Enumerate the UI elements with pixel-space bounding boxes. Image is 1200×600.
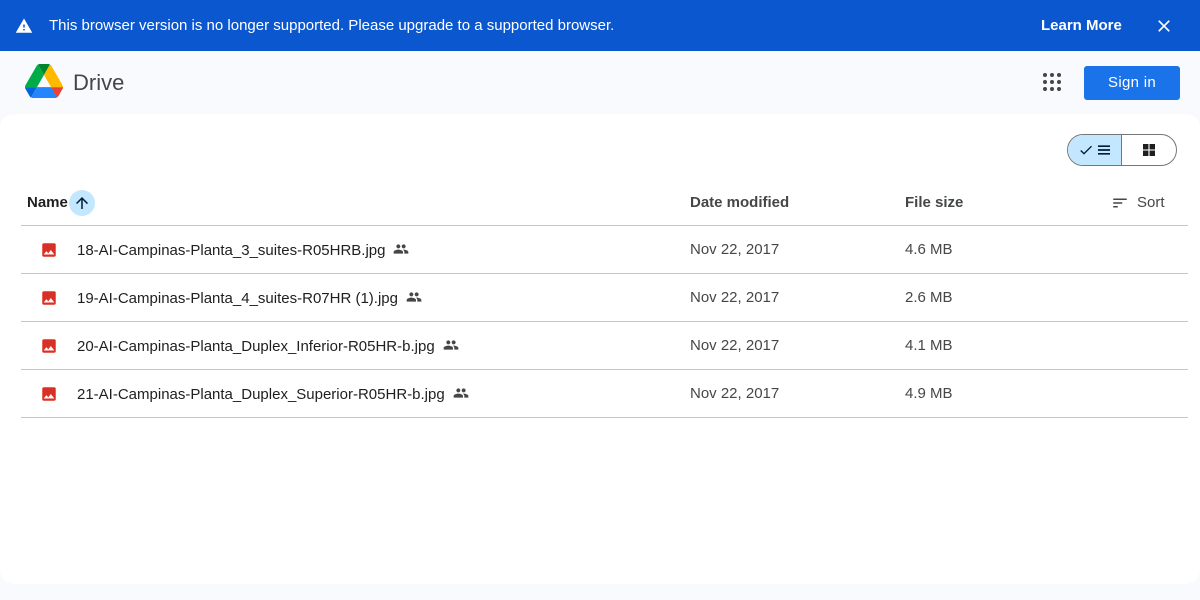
table-row[interactable]: 20-AI-Campinas-Planta_Duplex_Inferior-R0…: [21, 322, 1188, 370]
table-row[interactable]: 21-AI-Campinas-Planta_Duplex_Superior-R0…: [21, 370, 1188, 418]
sign-in-button[interactable]: Sign in: [1084, 66, 1180, 100]
column-date-modified[interactable]: Date modified: [690, 194, 789, 212]
sort-label: Sort: [1137, 194, 1165, 211]
file-name: 21-AI-Campinas-Planta_Duplex_Superior-R0…: [77, 386, 445, 403]
close-banner-button[interactable]: [1150, 12, 1178, 40]
app-header: Drive Sign in: [0, 51, 1200, 113]
shared-people-icon: [406, 292, 422, 302]
file-name-cell: 18-AI-Campinas-Planta_3_suites-R05HRB.jp…: [77, 241, 409, 260]
apps-grid-icon: [1043, 73, 1061, 91]
column-name[interactable]: Name: [27, 194, 68, 212]
image-file-icon: [42, 339, 56, 353]
file-name: 20-AI-Campinas-Planta_Duplex_Inferior-R0…: [77, 338, 435, 355]
file-date: Nov 22, 2017: [690, 385, 780, 402]
arrow-up-icon: [76, 197, 88, 209]
file-name: 18-AI-Campinas-Planta_3_suites-R05HRB.jp…: [77, 242, 386, 259]
google-apps-button[interactable]: [1036, 66, 1068, 98]
close-icon: [1158, 20, 1170, 32]
drive-logo-icon: [25, 64, 63, 98]
list-icon: [1097, 145, 1110, 155]
table-row[interactable]: 19-AI-Campinas-Planta_4_suites-R07HR (1)…: [21, 274, 1188, 322]
file-date: Nov 22, 2017: [690, 289, 780, 306]
image-file-icon: [42, 243, 56, 257]
column-file-size[interactable]: File size: [905, 194, 963, 212]
shared-people-icon: [443, 340, 459, 350]
check-icon: [1079, 145, 1092, 155]
warning-icon: [15, 18, 33, 33]
file-size: 2.6 MB: [905, 289, 953, 306]
file-name-cell: 20-AI-Campinas-Planta_Duplex_Inferior-R0…: [77, 337, 459, 356]
grid-view-icon: [1143, 144, 1155, 156]
table-row[interactable]: 18-AI-Campinas-Planta_3_suites-R05HRB.jp…: [21, 226, 1188, 274]
sort-direction-button[interactable]: [69, 190, 95, 216]
sort-button[interactable]: Sort: [1111, 194, 1165, 212]
sort-icon: [1113, 198, 1127, 208]
file-name: 19-AI-Campinas-Planta_4_suites-R07HR (1)…: [77, 290, 398, 307]
file-size: 4.1 MB: [905, 337, 953, 354]
file-size: 4.9 MB: [905, 385, 953, 402]
shared-people-icon: [394, 244, 409, 254]
file-date: Nov 22, 2017: [690, 241, 780, 258]
unsupported-browser-banner: This browser version is no longer suppor…: [0, 0, 1200, 51]
brand-name: Drive: [73, 70, 125, 95]
file-list-panel: Name Date modified File size Sort 18-AI-…: [0, 114, 1200, 584]
file-name-cell: 19-AI-Campinas-Planta_4_suites-R07HR (1)…: [77, 289, 422, 308]
learn-more-button[interactable]: Learn More: [1029, 10, 1134, 42]
banner-message: This browser version is no longer suppor…: [49, 17, 615, 34]
file-date: Nov 22, 2017: [690, 337, 780, 354]
image-file-icon: [42, 291, 56, 305]
table-header: Name Date modified File size Sort: [21, 180, 1188, 226]
shared-people-icon: [453, 388, 469, 398]
file-size: 4.6 MB: [905, 241, 953, 258]
grid-view-button[interactable]: [1122, 135, 1176, 165]
image-file-icon: [42, 387, 56, 401]
list-view-button[interactable]: [1068, 135, 1123, 165]
file-name-cell: 21-AI-Campinas-Planta_Duplex_Superior-R0…: [77, 385, 469, 404]
view-toggle: [1067, 134, 1177, 166]
